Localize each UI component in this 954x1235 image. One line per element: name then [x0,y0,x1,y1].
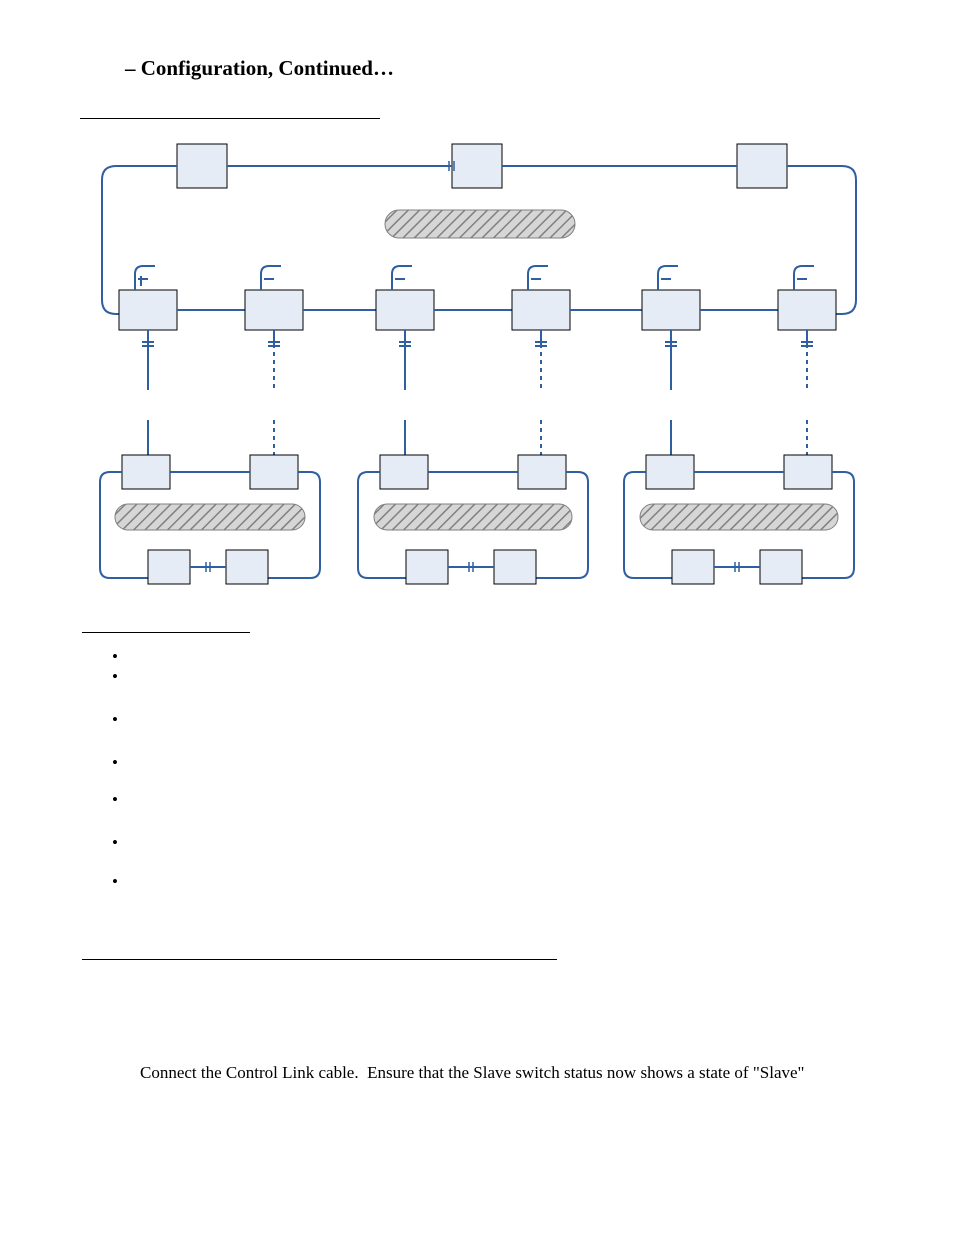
cable-bundle-top [385,210,575,238]
bullet-dot-icon: • [112,668,132,685]
page: – Configuration, Continued… [0,0,954,1235]
bullet-dot-icon: • [112,648,132,665]
topology-diagram [80,130,875,605]
underline-rule-1 [80,118,380,119]
body-paragraph: Connect the Control Link cable. Ensure t… [140,1063,804,1083]
bullet-dot-icon: • [112,791,132,808]
section-heading: – Configuration, Continued… [125,56,394,81]
cluster-3 [624,420,854,584]
bullet-dot-icon: • [112,754,132,771]
underline-rule-bullets [82,632,250,633]
underline-rule-2 [82,959,557,960]
bullet-dot-icon: • [112,711,132,728]
bullet-list: • • • • • • • [112,648,132,890]
topology-svg [80,130,875,605]
bullet-dot-icon: • [112,873,132,890]
bullet-dot-icon: • [112,834,132,851]
cluster-2 [358,420,588,584]
cluster-1 [100,420,320,584]
row-2 [119,266,836,390]
